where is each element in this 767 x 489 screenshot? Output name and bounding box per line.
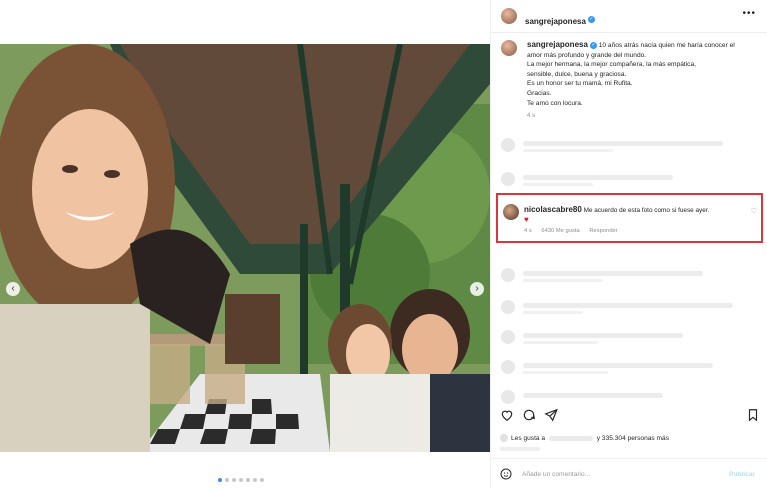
comment-meta: 4 s 6430 Me gusta Responder	[524, 228, 626, 234]
carousel-dot	[239, 478, 243, 482]
blurred-comment	[501, 300, 756, 314]
chevron-right-icon[interactable]: ›	[470, 282, 484, 296]
blurred-comment	[501, 390, 756, 404]
carousel-dot	[218, 478, 222, 482]
carousel-dots	[218, 478, 264, 482]
likes-count: y 335.304 personas más	[596, 434, 669, 442]
liker-avatar	[500, 434, 508, 442]
share-icon[interactable]	[544, 408, 558, 422]
emoji-icon[interactable]	[500, 468, 512, 480]
reply-button[interactable]: Responder	[589, 228, 617, 234]
comment-body: nicolascabre80 Me acuerdo de esta foto c…	[524, 205, 744, 225]
likes-summary[interactable]: Les gusta a y 335.304 personas más	[500, 434, 669, 442]
post-actions	[500, 408, 760, 424]
comment-time: 4 s	[524, 228, 532, 234]
publish-button[interactable]: Publicar	[729, 471, 755, 478]
heart-icon[interactable]	[500, 408, 514, 422]
caption-avatar[interactable]	[501, 40, 517, 56]
header-username[interactable]: sangrejaponesa	[525, 17, 586, 26]
caption-username[interactable]: sangrejaponesa	[527, 40, 588, 49]
top-margin	[0, 0, 490, 44]
likes-prefix: Les gusta a	[511, 434, 546, 442]
caption-line: sensible, dulce, buena y graciosa.	[527, 70, 627, 78]
verified-icon: ✓	[589, 41, 597, 49]
comment-username[interactable]: nicolascabre80	[524, 205, 582, 214]
blurred-comment	[501, 268, 756, 282]
bottom-margin	[0, 452, 490, 488]
caption-line: Gracias.	[527, 89, 552, 97]
blurred-comment	[501, 172, 756, 186]
avatar[interactable]	[501, 8, 517, 24]
blurred-comment	[501, 138, 756, 152]
caption-line: amor más profundo y grande del mundo.	[527, 51, 647, 59]
post-header: sangrejaponesa ✓ •••	[491, 0, 767, 33]
commenter-avatar[interactable]	[503, 204, 519, 220]
carousel-dot	[232, 478, 236, 482]
comment-text: Me acuerdo de esta foto como si fuese ay…	[583, 207, 710, 214]
carousel-dot	[260, 478, 264, 482]
caption-time: 4 s	[527, 113, 536, 120]
blurred-comment	[501, 330, 756, 344]
blurred-comment	[501, 360, 756, 374]
comment-input[interactable]: Añade un comentario...	[522, 471, 590, 478]
bookmark-icon[interactable]	[746, 408, 760, 422]
heart-emoji: ♥	[524, 215, 529, 224]
caption-line: Te amo con locura.	[527, 99, 583, 107]
caption-line: Es un honor ser tu mamá, mi Rufita.	[527, 80, 633, 88]
chevron-left-icon[interactable]: ‹	[6, 282, 20, 296]
comment-likes[interactable]: 6430 Me gusta	[541, 228, 579, 234]
post-photo[interactable]: ‹ ›	[0, 44, 490, 452]
carousel-dot	[253, 478, 257, 482]
blurred-name	[548, 435, 593, 441]
more-icon[interactable]: •••	[742, 8, 756, 19]
verified-icon: ✓	[587, 16, 595, 24]
carousel-dot	[225, 478, 229, 482]
highlighted-comment: nicolascabre80 Me acuerdo de esta foto c…	[496, 193, 763, 243]
carousel-dot	[246, 478, 250, 482]
comment-input-bar: Añade un comentario... Publicar	[490, 458, 767, 489]
caption: sangrejaponesa ✓ 10 años atrás nacía quie…	[527, 40, 757, 122]
caption-line: 10 años atrás nacía quien me haría conoc…	[598, 42, 735, 49]
caption-line: La mejor hermana, la mejor compañera, la…	[527, 61, 696, 69]
comment-like-icon[interactable]: ♡	[751, 207, 757, 215]
comment-icon[interactable]	[522, 408, 536, 422]
post-date-blurred	[500, 447, 540, 453]
